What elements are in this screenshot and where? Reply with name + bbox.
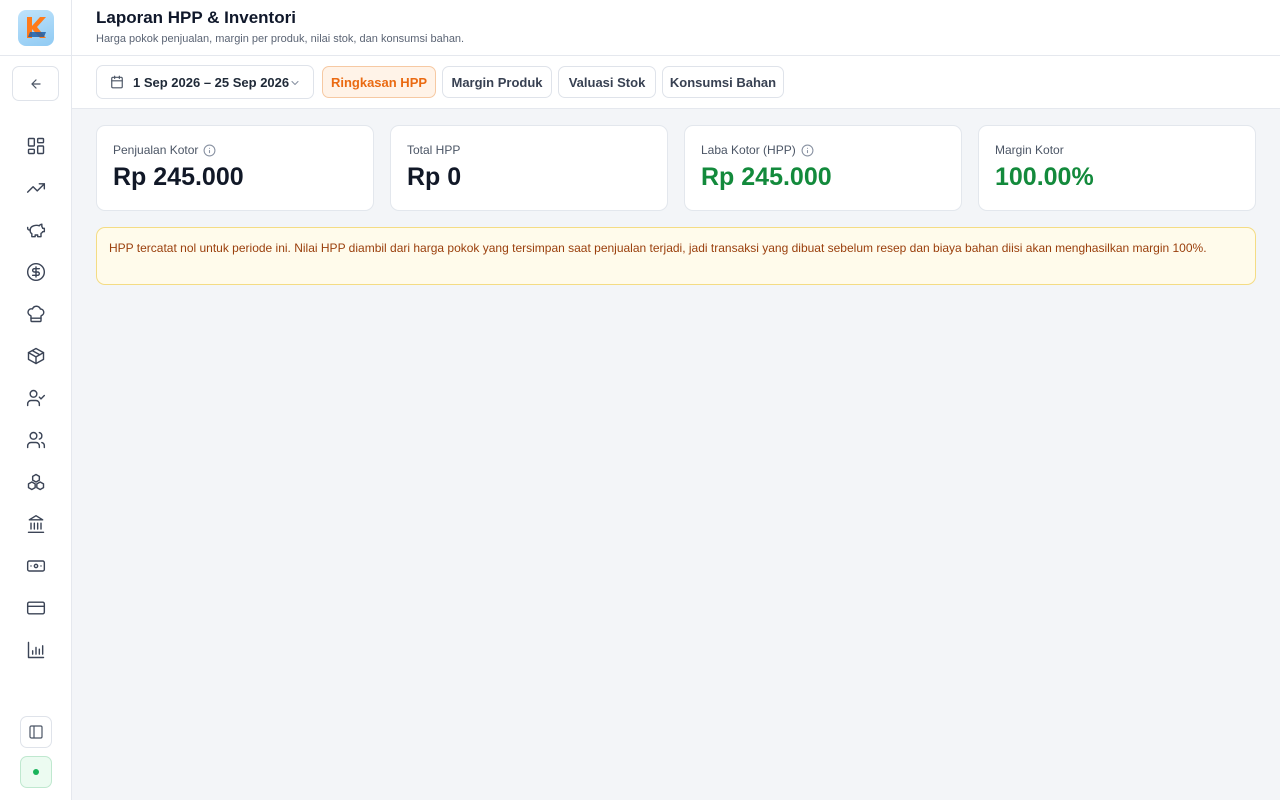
nav-recipes[interactable]	[24, 302, 48, 326]
logo-mark-icon	[27, 17, 46, 38]
nav-reports[interactable]	[24, 638, 48, 662]
sidebar-collapse-button[interactable]	[20, 716, 52, 748]
nav-cash[interactable]	[24, 554, 48, 578]
credit-card-icon	[26, 601, 46, 615]
online-status-dot	[33, 769, 39, 775]
bar-chart-icon	[27, 641, 45, 659]
panel-left-icon	[29, 725, 43, 739]
banknote-icon	[26, 560, 46, 572]
page-subtitle: Harga pokok penjualan, margin per produk…	[96, 33, 465, 45]
piggy-bank-icon	[26, 223, 46, 238]
report-toolbar: 1 Sep 2026 – 25 Sep 2026 Ringkasan HPP M…	[72, 56, 1280, 109]
sidebar-divider	[0, 55, 72, 56]
dollar-circle-icon	[26, 262, 46, 282]
calendar-icon	[111, 75, 123, 89]
card-penjualan-kotor: Penjualan Kotor Rp 245.000	[96, 125, 374, 211]
date-range-label: 1 Sep 2026 – 25 Sep 2026	[133, 74, 290, 90]
sidebar	[0, 0, 72, 800]
app-logo[interactable]	[18, 10, 54, 46]
info-icon[interactable]	[203, 144, 216, 157]
tab-margin-produk[interactable]: Margin Produk	[442, 66, 552, 98]
tab-ringkasan-hpp[interactable]: Ringkasan HPP	[322, 66, 436, 98]
nav-inventory[interactable]	[24, 344, 48, 368]
trending-up-icon	[26, 183, 46, 193]
package-icon	[27, 347, 45, 365]
nav-bank[interactable]	[24, 512, 48, 536]
chevron-down-icon	[291, 80, 299, 86]
boxes-icon	[27, 473, 45, 491]
card-value: Rp 245.000	[113, 163, 244, 191]
nav-ingredients[interactable]	[24, 470, 48, 494]
back-button[interactable]	[12, 66, 59, 101]
users-icon	[26, 431, 46, 449]
card-margin-kotor: Margin Kotor 100.00%	[978, 125, 1256, 211]
page-header: Laporan HPP & Inventori Harga pokok penj…	[72, 0, 1280, 56]
card-label-text: Laba Kotor (HPP)	[701, 143, 796, 157]
arrow-left-icon	[30, 78, 41, 89]
card-label: Margin Kotor	[995, 143, 1064, 157]
dashboard-icon	[27, 137, 45, 155]
card-label: Laba Kotor (HPP)	[701, 143, 814, 157]
card-label-text: Total HPP	[407, 143, 461, 157]
card-label: Penjualan Kotor	[113, 143, 216, 157]
nav-savings[interactable]	[24, 218, 48, 242]
card-label-text: Penjualan Kotor	[113, 143, 199, 157]
card-value: Rp 245.000	[701, 163, 832, 191]
card-total-hpp: Total HPP Rp 0	[390, 125, 668, 211]
landmark-icon	[27, 514, 45, 534]
info-icon[interactable]	[801, 144, 814, 157]
card-label: Total HPP	[407, 143, 460, 157]
nav-customers[interactable]	[24, 428, 48, 452]
nav-dashboard[interactable]	[24, 134, 48, 158]
page-title: Laporan HPP & Inventori	[96, 8, 296, 27]
date-range-picker[interactable]: 1 Sep 2026 – 25 Sep 2026	[96, 65, 314, 99]
nav-finance[interactable]	[24, 260, 48, 284]
card-value: Rp 0	[407, 163, 462, 191]
tab-konsumsi-bahan[interactable]: Konsumsi Bahan	[662, 66, 784, 98]
nav-sales[interactable]	[24, 176, 48, 200]
card-value: 100.00%	[995, 163, 1094, 191]
nav-payments[interactable]	[24, 596, 48, 620]
zero-hpp-warning: HPP tercatat nol untuk periode ini. Nila…	[96, 227, 1256, 285]
connection-status-button[interactable]	[20, 756, 52, 788]
nav-staff[interactable]	[24, 386, 48, 410]
user-check-icon	[26, 389, 46, 407]
card-label-text: Margin Kotor	[995, 143, 1064, 157]
card-laba-kotor: Laba Kotor (HPP) Rp 245.000	[684, 125, 962, 211]
tab-valuasi-stok[interactable]: Valuasi Stok	[558, 66, 656, 98]
chef-hat-icon	[27, 305, 45, 323]
